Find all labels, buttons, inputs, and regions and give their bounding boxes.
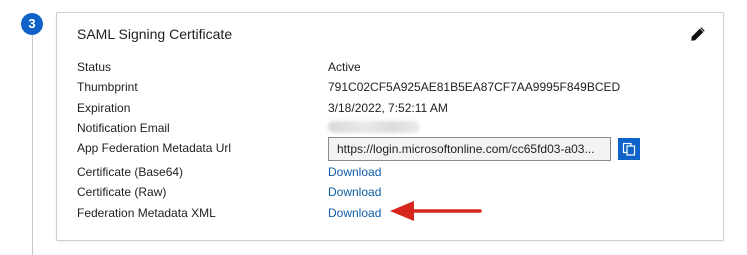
pencil-icon bbox=[691, 27, 705, 41]
certificate-raw-label: Certificate (Raw) bbox=[77, 185, 167, 199]
step-number-badge: 3 bbox=[21, 13, 43, 35]
app-federation-metadata-url-label: App Federation Metadata Url bbox=[77, 141, 232, 155]
edit-button[interactable] bbox=[687, 23, 709, 45]
certificate-base64-download-link[interactable]: Download bbox=[328, 165, 381, 179]
thumbprint-value: 791C02CF5A925AE81B5EA87CF7AA9995F849BCED bbox=[328, 80, 621, 94]
app-federation-metadata-url-field[interactable]: https://login.microsoftonline.com/cc65fd… bbox=[328, 137, 611, 161]
federation-metadata-xml-download-link[interactable]: Download bbox=[328, 206, 381, 220]
copy-icon bbox=[622, 142, 636, 156]
expiration-label: Expiration bbox=[77, 101, 131, 115]
certificate-raw-download-link[interactable]: Download bbox=[328, 185, 381, 199]
card-title: SAML Signing Certificate bbox=[77, 26, 233, 42]
federation-metadata-xml-label: Federation Metadata XML bbox=[77, 206, 216, 220]
thumbprint-label: Thumbprint bbox=[77, 80, 138, 94]
notification-email-value-redacted bbox=[328, 121, 420, 133]
copy-to-clipboard-button[interactable] bbox=[618, 138, 640, 160]
status-value: Active bbox=[328, 60, 361, 74]
step-connector-line bbox=[32, 34, 33, 255]
red-arrow-annotation bbox=[390, 201, 482, 221]
expiration-value: 3/18/2022, 7:52:11 AM bbox=[328, 101, 448, 115]
notification-email-label: Notification Email bbox=[77, 121, 170, 135]
certificate-base64-label: Certificate (Base64) bbox=[77, 165, 184, 179]
status-label: Status bbox=[77, 60, 112, 74]
